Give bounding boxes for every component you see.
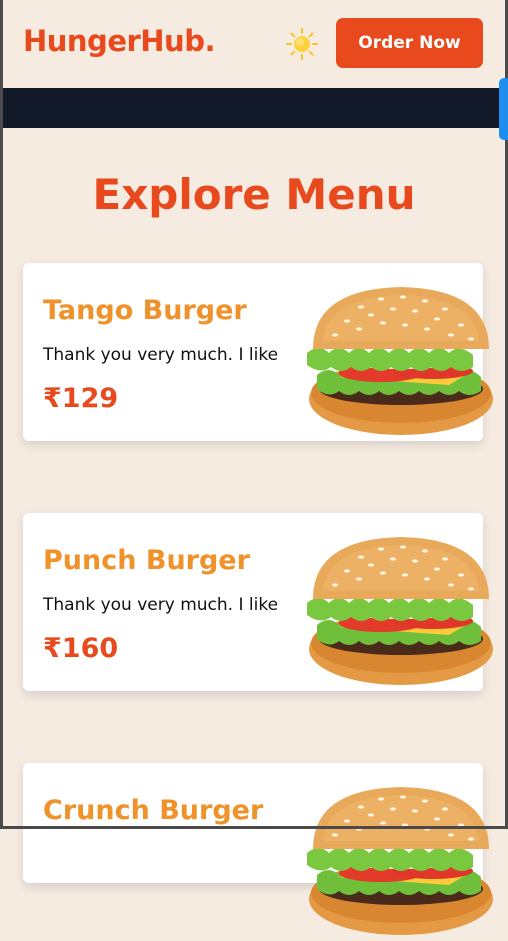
sun-icon[interactable] bbox=[286, 28, 318, 60]
burger-icon bbox=[301, 281, 501, 441]
menu-item-card[interactable]: Crunch Burger bbox=[23, 763, 483, 883]
menu-item-price: ₹129 bbox=[43, 383, 119, 414]
brand-logo[interactable]: HungerHub. bbox=[23, 24, 215, 58]
dark-banner-strip bbox=[3, 88, 505, 128]
menu-item-card[interactable]: Punch Burger Thank you very much. I like… bbox=[23, 513, 483, 691]
menu-item-card[interactable]: Tango Burger Thank you very much. I like… bbox=[23, 263, 483, 441]
menu-item-name: Crunch Burger bbox=[43, 795, 264, 826]
menu-item-description: Thank you very much. I like bbox=[43, 595, 279, 615]
navbar: HungerHub. Order Now bbox=[3, 0, 505, 88]
menu-item-description: Thank you very much. I like bbox=[43, 345, 279, 365]
section-title: Explore Menu bbox=[92, 170, 416, 219]
burger-icon bbox=[301, 781, 501, 941]
scrollbar-thumb[interactable] bbox=[499, 78, 508, 140]
menu-item-name: Tango Burger bbox=[43, 295, 247, 326]
burger-icon bbox=[301, 531, 501, 691]
order-now-button[interactable]: Order Now bbox=[336, 18, 483, 68]
menu-item-name: Punch Burger bbox=[43, 545, 250, 576]
menu-item-price: ₹160 bbox=[43, 633, 119, 664]
